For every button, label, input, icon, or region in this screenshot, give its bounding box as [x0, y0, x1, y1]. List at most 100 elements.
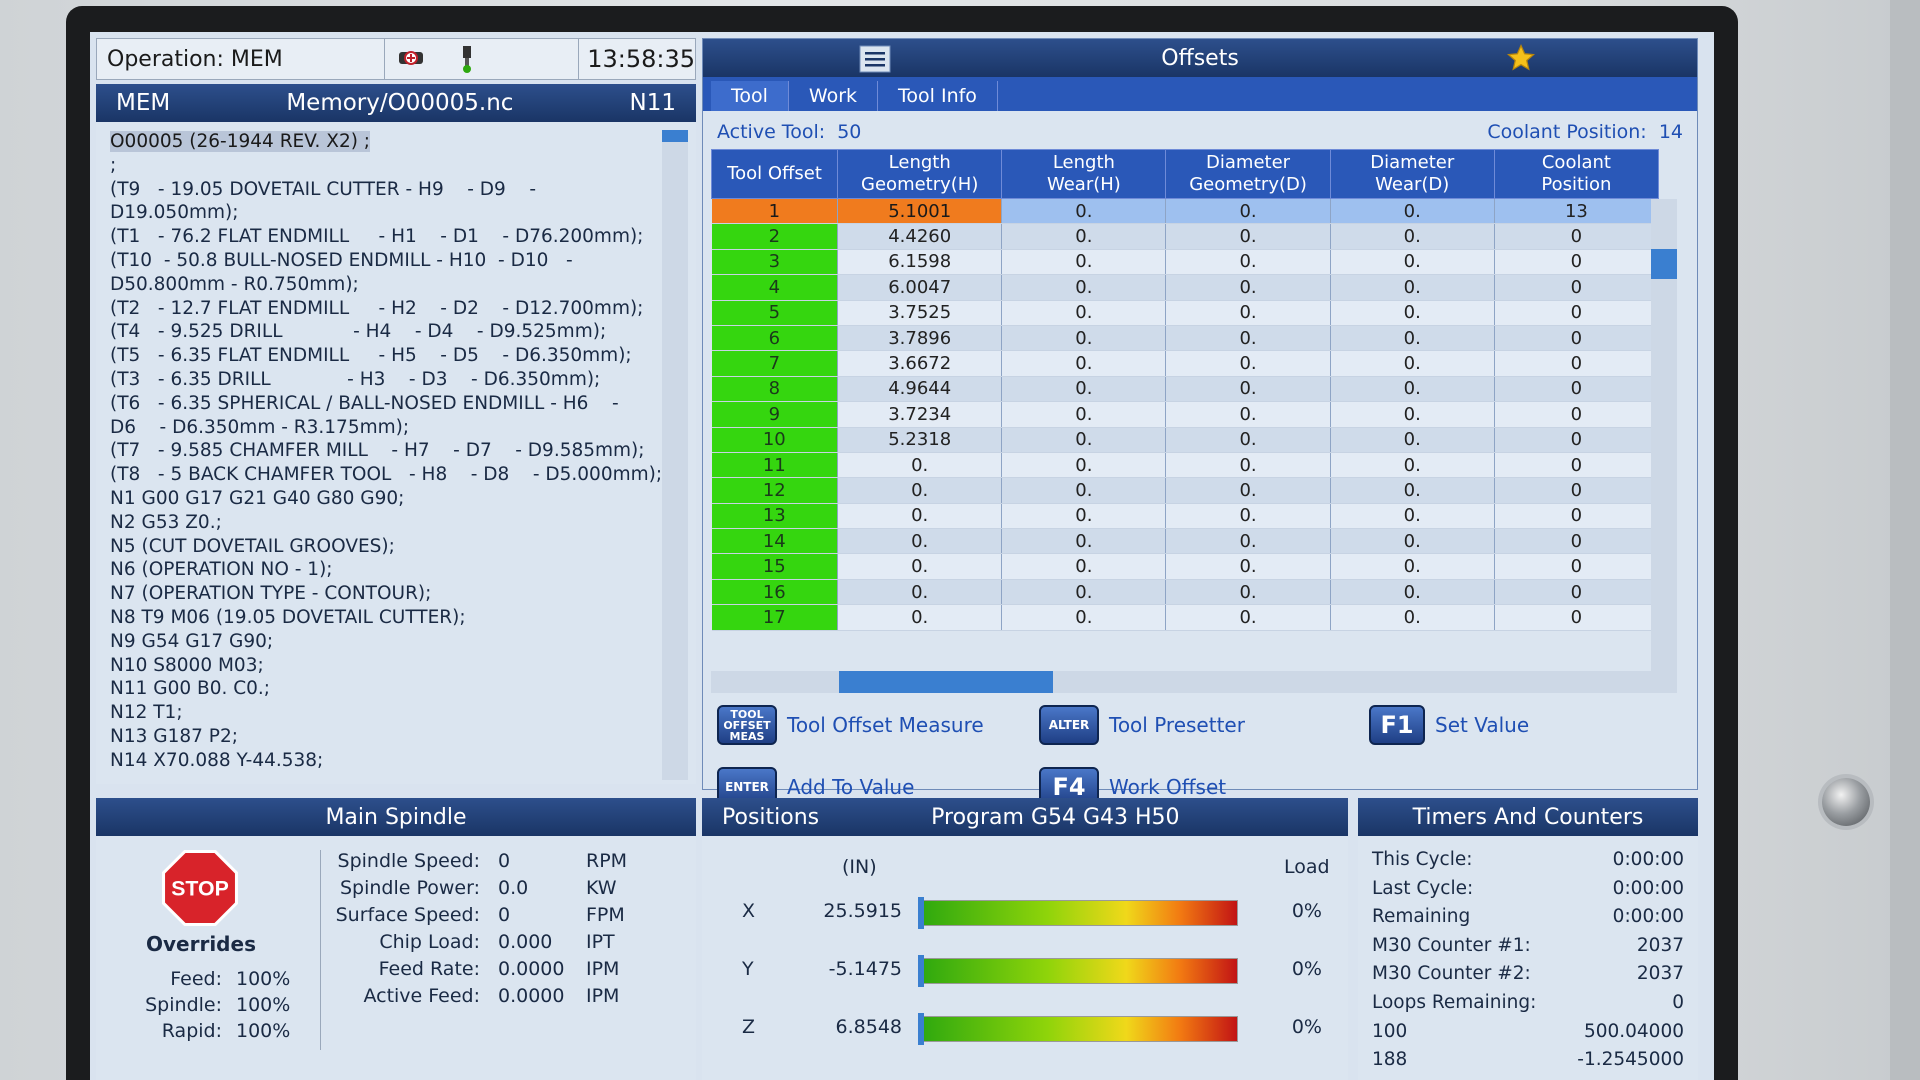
offset-value-cell[interactable]: 0.	[1330, 325, 1495, 352]
program-line[interactable]: (T4 - 9.525 DRILL - H4 - D4 - D9.525mm);	[110, 320, 696, 344]
offset-value-cell[interactable]: 0.	[1001, 325, 1167, 352]
table-row[interactable]: 5 3.7525 0. 0. 0. 0	[711, 300, 1660, 326]
offset-value-cell[interactable]: 0.	[1001, 477, 1167, 504]
offset-value-cell[interactable]: 3.6672	[837, 350, 1003, 377]
set-value-key[interactable]: F1 Set Value	[1369, 705, 1529, 745]
table-row[interactable]: 7 3.6672 0. 0. 0. 0	[711, 350, 1660, 377]
program-line[interactable]: N12 T1;	[110, 701, 696, 725]
program-line[interactable]: D6 - D6.350mm - R3.175mm);	[110, 416, 696, 440]
offset-value-cell[interactable]: 0	[1494, 427, 1660, 453]
offset-value-cell[interactable]: 0.	[1330, 579, 1495, 606]
program-line[interactable]: D50.800mm - R0.750mm);	[110, 273, 696, 297]
offset-value-cell[interactable]: 0.	[837, 604, 1003, 631]
program-line[interactable]: N11 G00 B0. C0.;	[110, 677, 696, 701]
program-line[interactable]: (T1 - 76.2 FLAT ENDMILL - H1 - D1 - D76.…	[110, 225, 696, 249]
program-line[interactable]: (T5 - 6.35 FLAT ENDMILL - H5 - D5 - D6.3…	[110, 344, 696, 368]
tool-presetter-key[interactable]: ALTER Tool Presetter	[1039, 705, 1245, 745]
tool-offset-measure-key[interactable]: TOOL OFFSET MEAS Tool Offset Measure	[717, 705, 984, 745]
offset-value-cell[interactable]: 0.	[1001, 198, 1167, 225]
offset-value-cell[interactable]: 0.	[1330, 249, 1495, 276]
offset-value-cell[interactable]: 0.	[1330, 376, 1495, 403]
table-row[interactable]: 17 0. 0. 0. 0. 0	[711, 604, 1660, 631]
offset-value-cell[interactable]: 0.	[837, 503, 1003, 530]
table-row[interactable]: 14 0. 0. 0. 0. 0	[711, 528, 1660, 555]
offset-value-cell[interactable]: 0.	[1001, 553, 1167, 580]
offset-value-cell[interactable]: 0.	[1001, 376, 1167, 403]
offset-value-cell[interactable]: 0.	[1165, 198, 1331, 225]
table-row[interactable]: 4 6.0047 0. 0. 0. 0	[711, 274, 1660, 301]
offset-value-cell[interactable]: 0.	[1001, 503, 1167, 530]
offset-value-cell[interactable]: 0.	[1165, 376, 1331, 403]
offset-value-cell[interactable]: 0	[1494, 300, 1660, 326]
offset-value-cell[interactable]: 0.	[1330, 452, 1495, 479]
offset-value-cell[interactable]: 3.7525	[837, 300, 1003, 326]
tool-offset-cell[interactable]: 10	[711, 427, 839, 453]
table-row[interactable]: 1 5.1001 0. 0. 0. 13	[711, 198, 1660, 225]
offset-value-cell[interactable]: 0	[1494, 401, 1660, 428]
program-line[interactable]: N7 (OPERATION TYPE - CONTOUR);	[110, 582, 696, 606]
tool-offset-cell[interactable]: 8	[711, 376, 839, 403]
offset-value-cell[interactable]: 0	[1494, 325, 1660, 352]
program-line[interactable]: (T3 - 6.35 DRILL - H3 - D3 - D6.350mm);	[110, 368, 696, 392]
tool-offset-cell[interactable]: 16	[711, 579, 839, 606]
offset-value-cell[interactable]: 0.	[1330, 503, 1495, 530]
offset-value-cell[interactable]: 0.	[1165, 553, 1331, 580]
offset-value-cell[interactable]: 0.	[1165, 579, 1331, 606]
program-line[interactable]: N10 S8000 M03;	[110, 654, 696, 678]
tab-tool-info[interactable]: Tool Info	[878, 81, 998, 111]
tool-offset-cell[interactable]: 12	[711, 477, 839, 504]
program-scrollbar[interactable]	[662, 130, 688, 780]
offset-value-cell[interactable]: 3.7896	[837, 325, 1003, 352]
offset-value-cell[interactable]: 0.	[1165, 452, 1331, 479]
offset-value-cell[interactable]: 0.	[1165, 300, 1331, 326]
offset-value-cell[interactable]: 0	[1494, 604, 1660, 631]
program-line[interactable]: O00005 (26-1944 REV. X2) ;	[110, 130, 696, 154]
offset-value-cell[interactable]: 0.	[1165, 503, 1331, 530]
table-hscroll-thumb[interactable]	[839, 671, 1053, 693]
offset-value-cell[interactable]: 0.	[1330, 198, 1495, 225]
alter-button[interactable]: ALTER	[1039, 705, 1099, 745]
offset-value-cell[interactable]: 0.	[1001, 401, 1167, 428]
program-line[interactable]: N6 (OPERATION NO - 1);	[110, 558, 696, 582]
offset-value-cell[interactable]: 0.	[1330, 427, 1495, 453]
offset-value-cell[interactable]: 3.7234	[837, 401, 1003, 428]
table-row[interactable]: 16 0. 0. 0. 0. 0	[711, 579, 1660, 606]
offset-value-cell[interactable]: 0.	[1330, 300, 1495, 326]
offset-value-cell[interactable]: 0	[1494, 350, 1660, 377]
offset-value-cell[interactable]: 0.	[1330, 401, 1495, 428]
offset-value-cell[interactable]: 0.	[1001, 427, 1167, 453]
offset-value-cell[interactable]: 4.4260	[837, 223, 1003, 250]
offset-value-cell[interactable]: 0.	[1001, 249, 1167, 276]
offset-value-cell[interactable]: 0.	[1165, 427, 1331, 453]
tool-offset-cell[interactable]: 2	[711, 223, 839, 250]
menu-icon[interactable]	[859, 45, 891, 73]
tool-offset-cell[interactable]: 11	[711, 452, 839, 479]
offset-value-cell[interactable]: 0.	[837, 452, 1003, 479]
table-row[interactable]: 11 0. 0. 0. 0. 0	[711, 452, 1660, 479]
offset-value-cell[interactable]: 0.	[1165, 274, 1331, 301]
offset-value-cell[interactable]: 0.	[1001, 223, 1167, 250]
program-line[interactable]: (T9 - 19.05 DOVETAIL CUTTER - H9 - D9 -	[110, 178, 696, 202]
program-line[interactable]: N14 X70.088 Y-44.538;	[110, 749, 696, 770]
offset-value-cell[interactable]: 5.2318	[837, 427, 1003, 453]
tool-offset-cell[interactable]: 1	[711, 198, 839, 225]
program-line[interactable]: N1 G00 G17 G21 G40 G80 G90;	[110, 487, 696, 511]
program-line[interactable]: (T2 - 12.7 FLAT ENDMILL - H2 - D2 - D12.…	[110, 297, 696, 321]
program-line[interactable]: D19.050mm);	[110, 201, 696, 225]
offset-value-cell[interactable]: 0.	[1330, 477, 1495, 504]
offset-value-cell[interactable]: 0.	[1330, 223, 1495, 250]
offset-value-cell[interactable]: 0.	[1001, 452, 1167, 479]
table-row[interactable]: 10 5.2318 0. 0. 0. 0	[711, 427, 1660, 453]
offset-value-cell[interactable]: 0	[1494, 223, 1660, 250]
offset-value-cell[interactable]: 0	[1494, 249, 1660, 276]
offset-value-cell[interactable]: 0	[1494, 579, 1660, 606]
offset-value-cell[interactable]: 0.	[837, 553, 1003, 580]
tab-tool[interactable]: Tool	[711, 81, 789, 111]
table-row[interactable]: 8 4.9644 0. 0. 0. 0	[711, 376, 1660, 403]
offset-value-cell[interactable]: 0.	[1330, 528, 1495, 555]
offset-value-cell[interactable]: 0.	[1165, 249, 1331, 276]
offset-value-cell[interactable]: 0	[1494, 376, 1660, 403]
offset-value-cell[interactable]: 0	[1494, 503, 1660, 530]
offset-value-cell[interactable]: 0.	[1330, 553, 1495, 580]
program-line[interactable]: N8 T9 M06 (19.05 DOVETAIL CUTTER);	[110, 606, 696, 630]
